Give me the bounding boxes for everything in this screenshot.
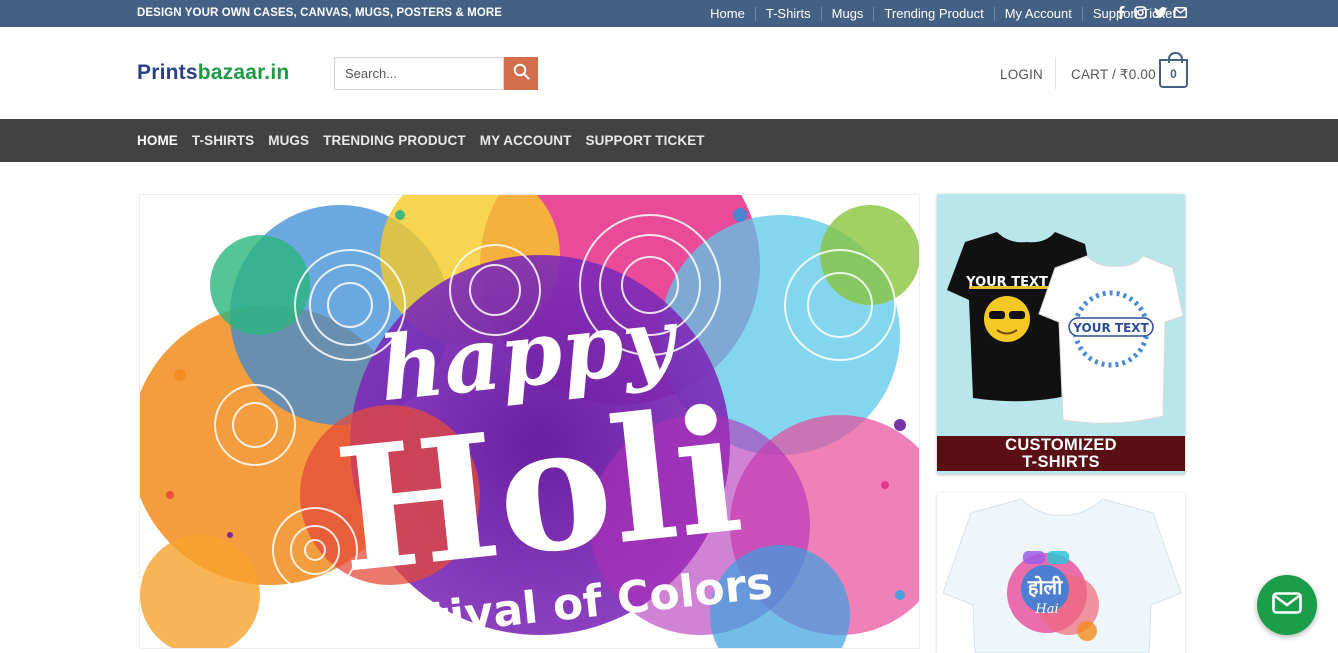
login-link[interactable]: LOGIN xyxy=(1000,67,1043,82)
customized-tshirts-card[interactable]: YOUR TEXT YOUR TEXT CUSTOMIZED T-SHIRTS xyxy=(937,194,1185,474)
holi-shirt-text: होली xyxy=(1027,575,1063,599)
top-nav-trending-product[interactable]: Trending Product xyxy=(873,6,993,21)
main-nav: HOME T-SHIRTS MUGS TRENDING PRODUCT MY A… xyxy=(0,119,1338,162)
site-header: Printsbazaar.in LOGIN CART / ₹0.00 0 xyxy=(0,27,1338,119)
main-nav-support-ticket[interactable]: SUPPORT TICKET xyxy=(585,133,704,148)
top-nav: Home T-Shirts Mugs Trending Product My A… xyxy=(620,0,1338,27)
top-nav-home[interactable]: Home xyxy=(700,6,755,21)
tshirts-product-image: YOUR TEXT YOUR TEXT xyxy=(947,232,1184,424)
holi-hero-banner[interactable]: happy Holi Festival of Colors xyxy=(139,194,920,649)
email-icon[interactable] xyxy=(1174,5,1187,20)
top-nav-my-account[interactable]: My Account xyxy=(993,6,1082,21)
cart-count: 0 xyxy=(1170,66,1177,81)
instagram-icon[interactable] xyxy=(1134,5,1147,20)
logo-text-bazaar: bazaar.in xyxy=(197,61,290,84)
customized-tshirts-label: CUSTOMIZED T-SHIRTS xyxy=(937,436,1185,471)
top-nav-mugs[interactable]: Mugs xyxy=(820,6,874,21)
contact-mail-button[interactable] xyxy=(1257,575,1317,635)
main-nav-my-account[interactable]: MY ACCOUNT xyxy=(480,133,572,148)
cart-link[interactable]: CART / ₹0.00 xyxy=(1071,67,1156,83)
card-label-line2: T-SHIRTS xyxy=(1022,453,1100,471)
main-nav-home[interactable]: HOME xyxy=(137,133,178,148)
white-shirt-text: YOUR TEXT xyxy=(1072,321,1149,335)
main-nav-tshirts[interactable]: T-SHIRTS xyxy=(192,133,254,148)
site-logo[interactable]: Printsbazaar.in xyxy=(137,61,289,85)
holi-tshirt-card[interactable]: होली Hai xyxy=(937,493,1185,653)
search-icon xyxy=(513,63,530,85)
facebook-icon[interactable] xyxy=(1114,5,1127,20)
holi-tshirt-image: होली Hai xyxy=(942,498,1182,653)
black-shirt-text: YOUR TEXT xyxy=(965,275,1048,290)
header-divider xyxy=(1055,57,1056,89)
twitter-icon[interactable] xyxy=(1154,5,1167,20)
logo-text-prints: Prints xyxy=(137,61,198,84)
top-bar-tagline: DESIGN YOUR OWN CASES, CANVAS, MUGS, POS… xyxy=(137,7,503,19)
search-input[interactable] xyxy=(334,57,504,90)
top-bar: DESIGN YOUR OWN CASES, CANVAS, MUGS, POS… xyxy=(0,0,1338,27)
mail-icon xyxy=(1272,591,1302,619)
main-nav-mugs[interactable]: MUGS xyxy=(268,133,309,148)
card-label-line1: CUSTOMIZED xyxy=(1005,436,1117,454)
search-form xyxy=(334,57,538,90)
holi-shirt-text-small: Hai xyxy=(1034,602,1058,617)
social-links xyxy=(1114,5,1187,20)
holi-banner-illustration: happy Holi Festival of Colors xyxy=(140,195,919,648)
top-nav-tshirts[interactable]: T-Shirts xyxy=(754,6,821,21)
cart-bag-icon[interactable]: 0 xyxy=(1159,52,1188,88)
main-nav-trending-product[interactable]: TRENDING PRODUCT xyxy=(323,133,466,148)
search-button[interactable] xyxy=(504,57,538,90)
